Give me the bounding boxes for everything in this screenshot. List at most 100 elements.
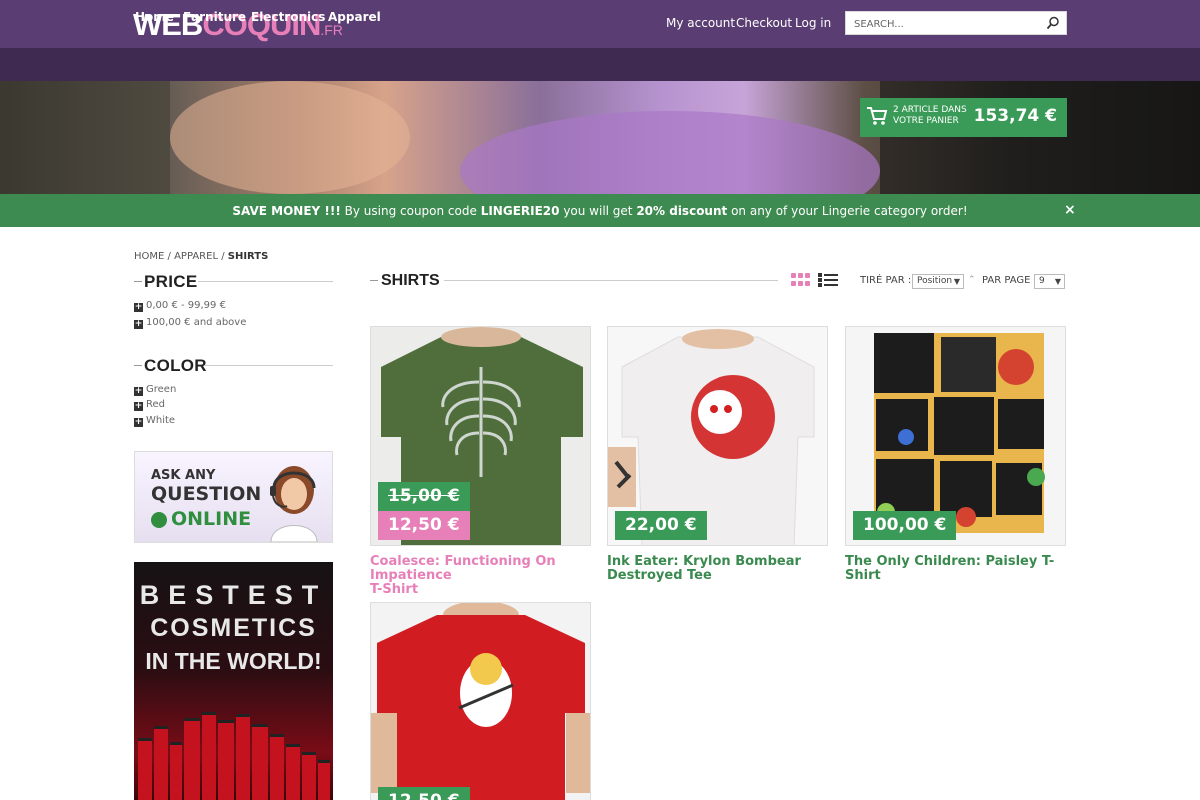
my-account-link[interactable]: My account (666, 16, 735, 30)
grid-view-icon[interactable] (791, 273, 811, 287)
product-card[interactable]: 100,00 € (845, 326, 1066, 546)
list-view-icon[interactable] (818, 273, 838, 287)
color-filter-white[interactable]: + White (134, 415, 175, 427)
plus-icon: + (134, 417, 143, 427)
price-filter-label: 0,00 € - 99,99 € (146, 300, 226, 311)
product-bottle-image (270, 734, 284, 800)
product-name-link[interactable]: Ink Eater: Krylon Bombear Destroyed Tee (607, 555, 832, 583)
per-page-value: 9 (1039, 276, 1045, 286)
product-bottle-image (302, 752, 316, 800)
plus-icon: + (134, 319, 143, 329)
banner-coupon-code: LINGERIE20 (480, 204, 560, 218)
sort-by-select[interactable]: Position ▼ (912, 274, 964, 289)
promo-line2: COSMETICS (150, 614, 317, 642)
price-filter-0-99[interactable]: +0,00 € - 99,99 € (134, 300, 226, 312)
category-title: SHIRTS (381, 272, 440, 289)
product-price: 100,00 € (853, 511, 957, 540)
plus-icon: + (134, 302, 143, 312)
cosmetics-promo-banner[interactable]: BESTEST COSMETICS IN THE WORLD! (134, 562, 333, 800)
search-input[interactable] (846, 13, 1036, 36)
price-filter-100-plus[interactable]: +100,00 € and above (134, 317, 246, 329)
cart-total: 153,74 € (973, 106, 1057, 126)
product-bottle-image (286, 744, 300, 800)
product-bottle-image (236, 714, 250, 800)
category-heading: SHIRTS (370, 270, 778, 292)
product-bottle-image (202, 712, 216, 800)
product-price: 22,00 € (615, 511, 707, 540)
plus-icon: + (134, 401, 143, 411)
product-image (371, 603, 590, 800)
product-name-line2: Destroyed Tee (607, 568, 712, 583)
search-box (845, 11, 1067, 36)
product-bottle-image (138, 738, 152, 800)
product-bottle-image (252, 724, 268, 800)
breadcrumb-apparel[interactable]: APPAREL (174, 251, 218, 262)
shopping-cart-icon (867, 107, 888, 125)
dropdown-arrow-icon: ▼ (953, 277, 960, 286)
breadcrumb-current: SHIRTS (227, 251, 269, 262)
banner-discount: 20% discount (636, 204, 728, 218)
banner-text1: By using coupon code (340, 204, 481, 218)
nav-apparel[interactable]: Apparel (328, 10, 381, 24)
checkout-link[interactable]: Checkout (736, 16, 792, 30)
promo-banner: SAVE MONEY !!! By using coupon code LING… (0, 194, 1200, 227)
cart-count-line2: VOTRE PANIER (893, 116, 959, 126)
sort-by-label: TIRÉ PAR : (860, 275, 912, 286)
color-filter-label: Green (146, 384, 177, 395)
dropdown-arrow-icon: ▼ (1054, 277, 1061, 286)
product-bottle-image (170, 742, 182, 800)
per-page-select[interactable]: 9 ▼ (1034, 274, 1065, 289)
nav-electronics[interactable]: Electronics (251, 10, 325, 24)
breadcrumb-sep: / (218, 251, 228, 262)
cart-count-line1: 2 ARTICLE DANS (893, 105, 967, 115)
ask-question-online-banner[interactable]: ASK ANY QUESTION ONLINE (134, 451, 333, 543)
nav-home[interactable]: Home (135, 10, 174, 24)
support-agent-icon (270, 466, 318, 542)
product-price: 12,50 € (378, 787, 470, 800)
product-name-line2: T-Shirt (370, 582, 419, 597)
product-bottle-image (218, 720, 234, 800)
price-filter-heading: PRICE (134, 272, 333, 292)
product-bottle-image (184, 718, 200, 800)
banner-prefix: SAVE MONEY !!! (232, 204, 341, 218)
product-card[interactable]: 12,50 € (370, 602, 591, 800)
login-link[interactable]: Log in (795, 16, 831, 30)
product-card[interactable]: 22,00 € (607, 326, 828, 546)
color-filter-green[interactable]: + Green (134, 384, 176, 396)
price-filter-label: 100,00 € and above (146, 317, 247, 328)
promo-line1: BESTEST (139, 580, 328, 610)
breadcrumb-home[interactable]: HOME (134, 251, 164, 262)
ask-line1: ASK ANY (151, 468, 216, 483)
breadcrumb-sep: / (164, 251, 175, 262)
product-name-line1: The Only Children: Paisley T-Shirt (845, 554, 1055, 583)
product-name-line1: Ink Eater: Krylon Bombear (607, 554, 801, 569)
color-filter-red[interactable]: + Red (134, 399, 165, 411)
plus-icon: + (134, 386, 143, 396)
product-card[interactable]: 15,00 € 12,50 € (370, 326, 591, 546)
color-filter-title: COLOR (144, 356, 207, 375)
ask-line3: ONLINE (171, 508, 252, 530)
sort-by-value: Position (917, 276, 953, 286)
breadcrumb: HOME / APPAREL / SHIRTS (134, 251, 268, 262)
old-price: 15,00 € (378, 482, 470, 511)
product-name-link[interactable]: The Only Children: Paisley T-Shirt (845, 555, 1070, 583)
sale-price: 12,50 € (378, 511, 470, 540)
ask-line2: QUESTION (151, 483, 262, 505)
online-dot-icon (151, 512, 167, 528)
per-page-label: PAR PAGE (982, 275, 1031, 286)
search-icon[interactable] (1046, 16, 1060, 30)
color-filter-label: Red (146, 399, 165, 410)
cart-summary[interactable]: 2 ARTICLE DANS VOTRE PANIER 153,74 € (860, 98, 1067, 137)
sort-direction-icon[interactable]: ⌃ (968, 275, 976, 285)
product-name-link[interactable]: Coalesce: Functioning On Impatience T-Sh… (370, 555, 595, 597)
price-filter-title: PRICE (144, 272, 198, 291)
color-filter-label: White (146, 415, 176, 426)
color-filter-heading: COLOR (134, 356, 333, 376)
product-bottle-image (154, 726, 168, 800)
promo-line3: IN THE WORLD! (145, 648, 322, 674)
banner-text2: you will get (559, 204, 637, 218)
main-nav (0, 48, 1200, 81)
product-bottle-image (318, 760, 330, 800)
close-icon[interactable]: × (1064, 202, 1076, 218)
nav-furniture[interactable]: Furniture (183, 10, 246, 24)
